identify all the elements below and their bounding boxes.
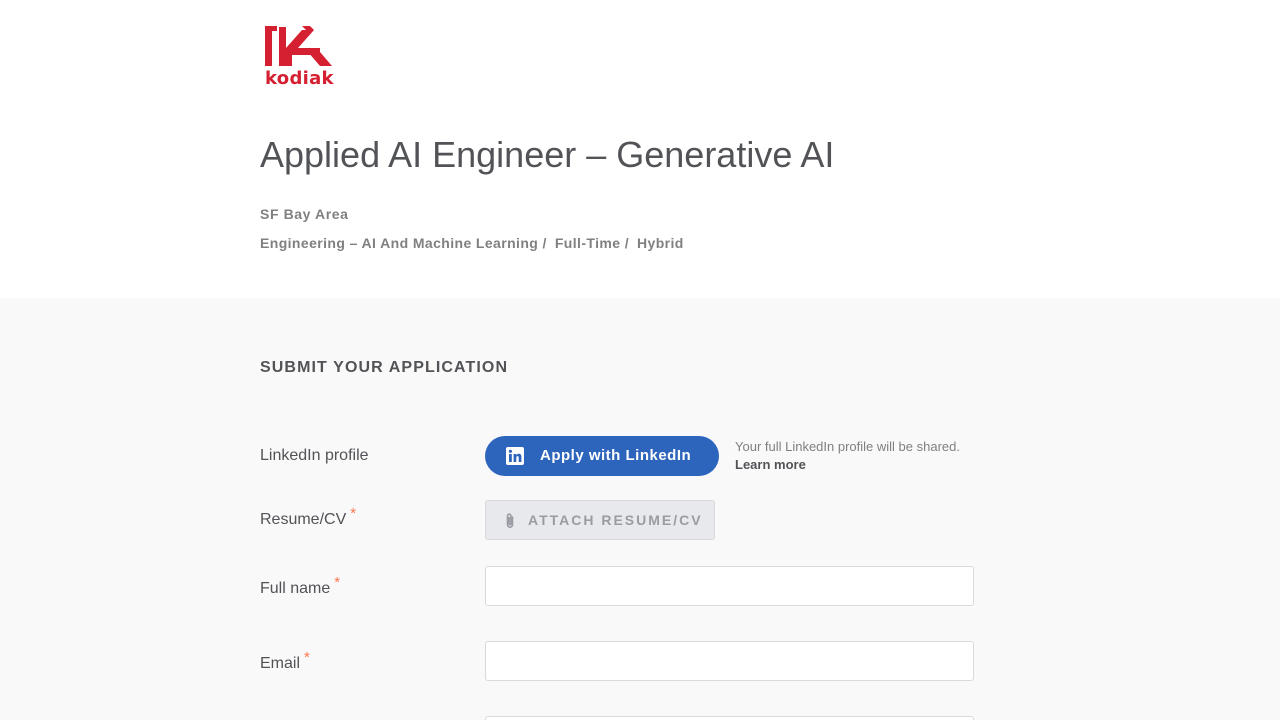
kodiak-logo-mark [265,26,332,66]
full-name-label: Full name * [260,574,341,597]
required-asterisk: * [334,574,341,591]
job-title: Applied AI Engineer – Generative AI [260,134,835,175]
full-name-input[interactable] [485,566,974,606]
linkedin-icon [506,447,524,465]
application-form: SUBMIT YOUR APPLICATION LinkedIn profile… [0,298,1280,720]
logo-text: kodiak [265,68,334,89]
next-field-input[interactable] [485,716,974,720]
email-label: Email * [260,649,310,672]
required-asterisk: * [304,649,310,666]
attach-resume-button[interactable]: ATTACH RESUME/CV [485,500,715,540]
company-logo[interactable]: kodiak [262,22,336,92]
category-team: Engineering – AI And Machine Learning / [260,235,547,251]
required-asterisk: * [350,505,357,522]
job-location: SF Bay Area [260,206,349,222]
email-input[interactable] [485,641,974,681]
resume-label: Resume/CV * [260,505,357,528]
linkedin-button-label: Apply with LinkedIn [540,447,692,464]
apply-with-linkedin-button[interactable]: Apply with LinkedIn [485,436,719,476]
job-categories: Engineering – AI And Machine Learning / F… [260,234,684,252]
category-commitment: Full-Time / [554,235,630,251]
learn-more-link[interactable]: Learn more [735,457,806,472]
application-page: kodiak Applied AI Engineer – Generative … [0,0,1280,720]
linkedin-label: LinkedIn profile [260,447,369,464]
paperclip-icon [506,513,514,529]
attach-resume-label: ATTACH RESUME/CV [528,512,703,528]
category-workplace: Hybrid [637,235,684,251]
job-header: kodiak Applied AI Engineer – Generative … [0,0,1280,298]
linkedin-note: Your full LinkedIn profile will be share… [735,439,960,472]
section-heading: SUBMIT YOUR APPLICATION [260,359,509,376]
